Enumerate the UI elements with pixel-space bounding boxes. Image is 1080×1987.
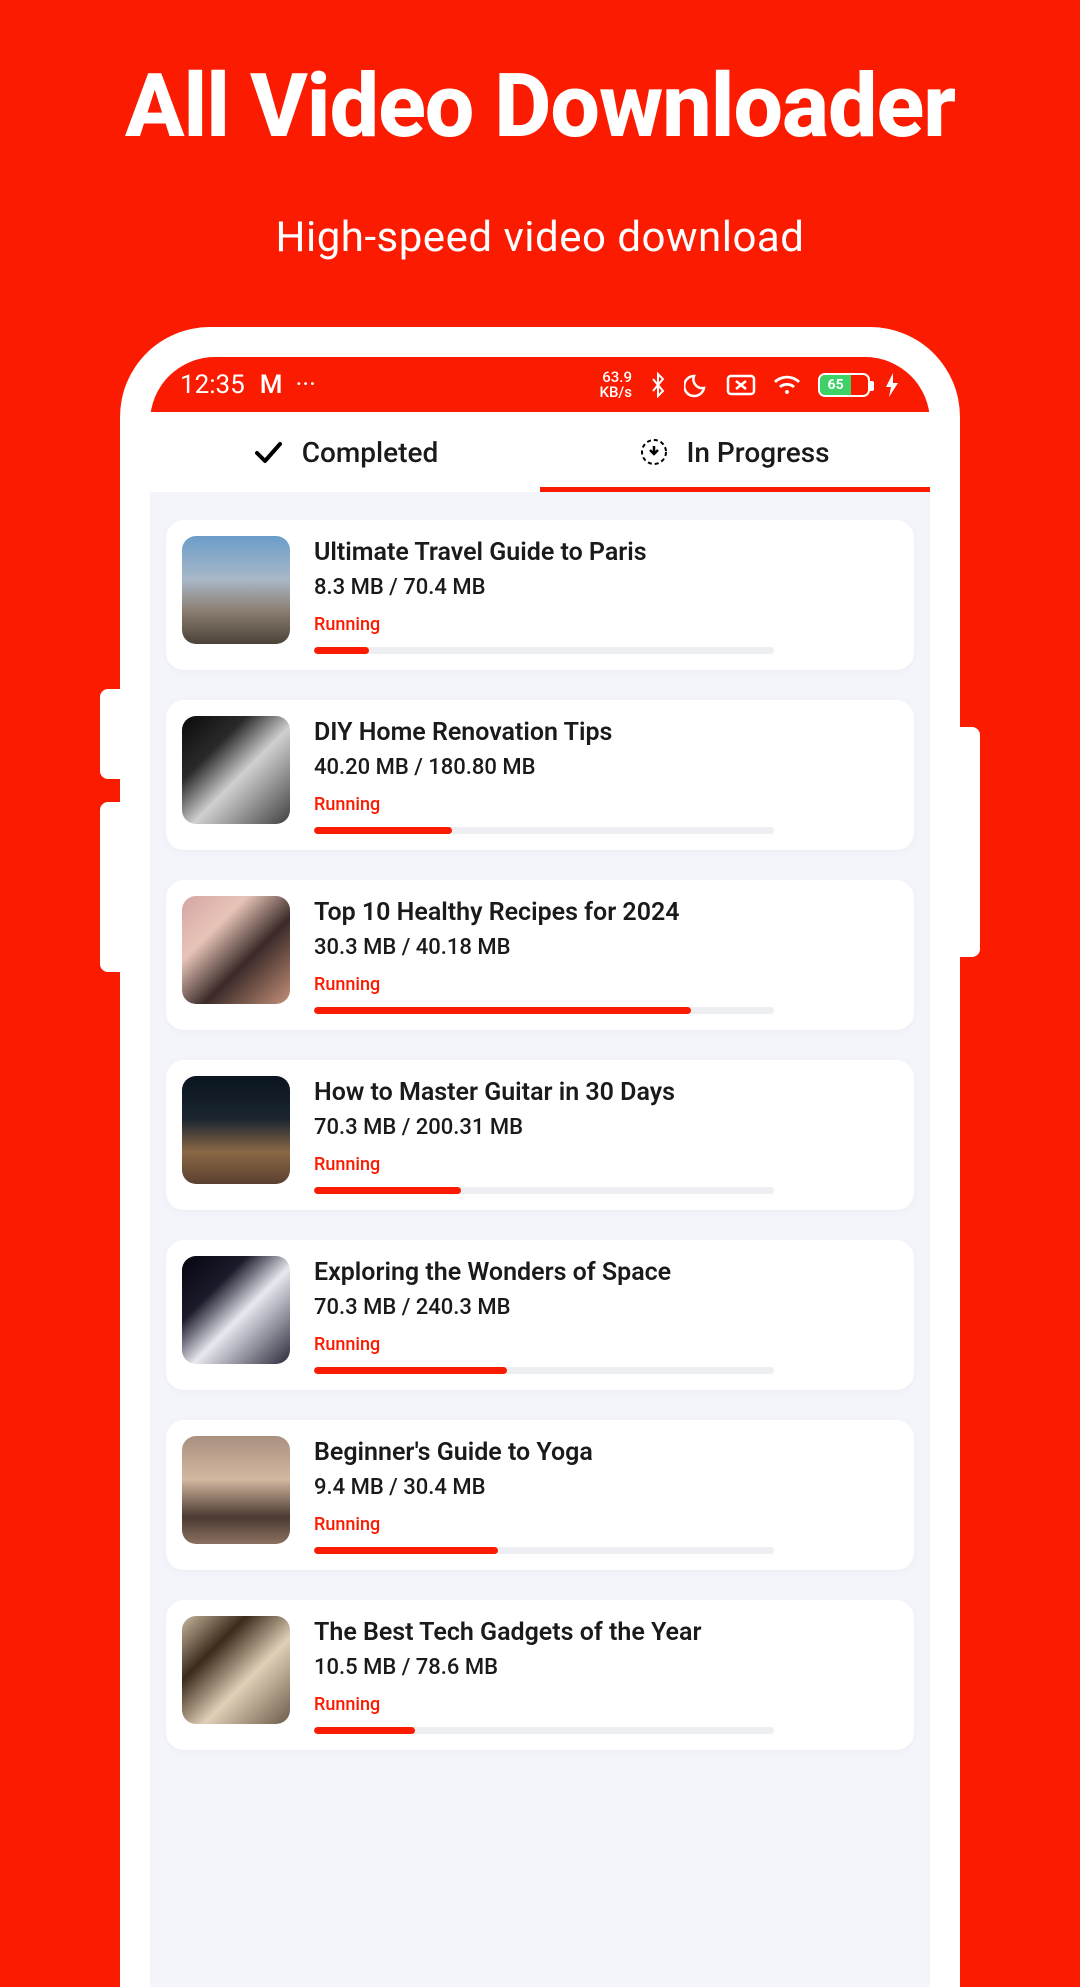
item-status: Running [314, 1154, 898, 1175]
download-item[interactable]: Top 10 Healthy Recipes for 2024 30.3 MB … [166, 880, 914, 1030]
item-status: Running [314, 1514, 898, 1535]
charging-icon [886, 373, 900, 397]
item-size: 10.5 MB / 78.6 MB [314, 1655, 898, 1680]
network-speed: 63.9 KB/s [599, 370, 632, 400]
wifi-icon [772, 373, 802, 397]
thumbnail [182, 716, 290, 824]
tab-in-progress[interactable]: In Progress [540, 412, 930, 492]
item-size: 8.3 MB / 70.4 MB [314, 575, 898, 600]
progress-bar [314, 1187, 774, 1194]
moon-icon [684, 372, 710, 398]
page-subtitle: High-speed video download [0, 213, 1080, 262]
download-item[interactable]: Beginner's Guide to Yoga 9.4 MB / 30.4 M… [166, 1420, 914, 1570]
item-title: Top 10 Healthy Recipes for 2024 [314, 898, 898, 927]
item-status: Running [314, 614, 898, 635]
item-status: Running [314, 1694, 898, 1715]
more-icon: ··· [296, 370, 316, 400]
battery-icon: 65 [818, 373, 870, 397]
tab-label: Completed [302, 436, 439, 469]
progress-bar [314, 827, 774, 834]
thumbnail [182, 896, 290, 1004]
thumbnail [182, 1076, 290, 1184]
mail-icon: M [260, 370, 281, 400]
download-item[interactable]: DIY Home Renovation Tips 40.20 MB / 180.… [166, 700, 914, 850]
item-status: Running [314, 794, 898, 815]
item-status: Running [314, 1334, 898, 1355]
progress-bar [314, 1727, 774, 1734]
item-size: 40.20 MB / 180.80 MB [314, 755, 898, 780]
tab-completed[interactable]: Completed [150, 412, 540, 492]
phone-frame: 12:35 M ··· 63.9 KB/s 65 [120, 327, 960, 1987]
item-title: Beginner's Guide to Yoga [314, 1438, 898, 1467]
item-size: 70.3 MB / 240.3 MB [314, 1295, 898, 1320]
thumbnail [182, 1616, 290, 1724]
download-item[interactable]: The Best Tech Gadgets of the Year 10.5 M… [166, 1600, 914, 1750]
page-title: All Video Downloader [0, 55, 1080, 158]
progress-bar [314, 1547, 774, 1554]
tabs: Completed In Progress [150, 412, 930, 492]
phone-side-button [100, 802, 120, 972]
no-sim-icon [726, 374, 756, 396]
thumbnail [182, 1436, 290, 1544]
item-title: How to Master Guitar in 30 Days [314, 1078, 898, 1107]
item-title: DIY Home Renovation Tips [314, 718, 898, 747]
download-progress-icon [640, 438, 668, 466]
phone-screen: 12:35 M ··· 63.9 KB/s 65 [150, 357, 930, 1987]
item-title: Ultimate Travel Guide to Paris [314, 538, 898, 567]
progress-bar [314, 1367, 774, 1374]
status-bar: 12:35 M ··· 63.9 KB/s 65 [150, 357, 930, 412]
thumbnail [182, 536, 290, 644]
phone-side-button [100, 689, 120, 779]
download-item[interactable]: How to Master Guitar in 30 Days 70.3 MB … [166, 1060, 914, 1210]
progress-bar [314, 647, 774, 654]
item-size: 30.3 MB / 40.18 MB [314, 935, 898, 960]
tab-label: In Progress [686, 436, 829, 469]
download-list[interactable]: Ultimate Travel Guide to Paris 8.3 MB / … [150, 492, 930, 1750]
thumbnail [182, 1256, 290, 1364]
item-size: 70.3 MB / 200.31 MB [314, 1115, 898, 1140]
item-title: Exploring the Wonders of Space [314, 1258, 898, 1287]
download-item[interactable]: Ultimate Travel Guide to Paris 8.3 MB / … [166, 520, 914, 670]
item-size: 9.4 MB / 30.4 MB [314, 1475, 898, 1500]
check-icon [252, 436, 284, 468]
item-title: The Best Tech Gadgets of the Year [314, 1618, 898, 1647]
phone-side-button [960, 727, 980, 957]
download-item[interactable]: Exploring the Wonders of Space 70.3 MB /… [166, 1240, 914, 1390]
status-time: 12:35 [180, 370, 245, 400]
bluetooth-icon [648, 372, 668, 398]
progress-bar [314, 1007, 774, 1014]
item-status: Running [314, 974, 898, 995]
